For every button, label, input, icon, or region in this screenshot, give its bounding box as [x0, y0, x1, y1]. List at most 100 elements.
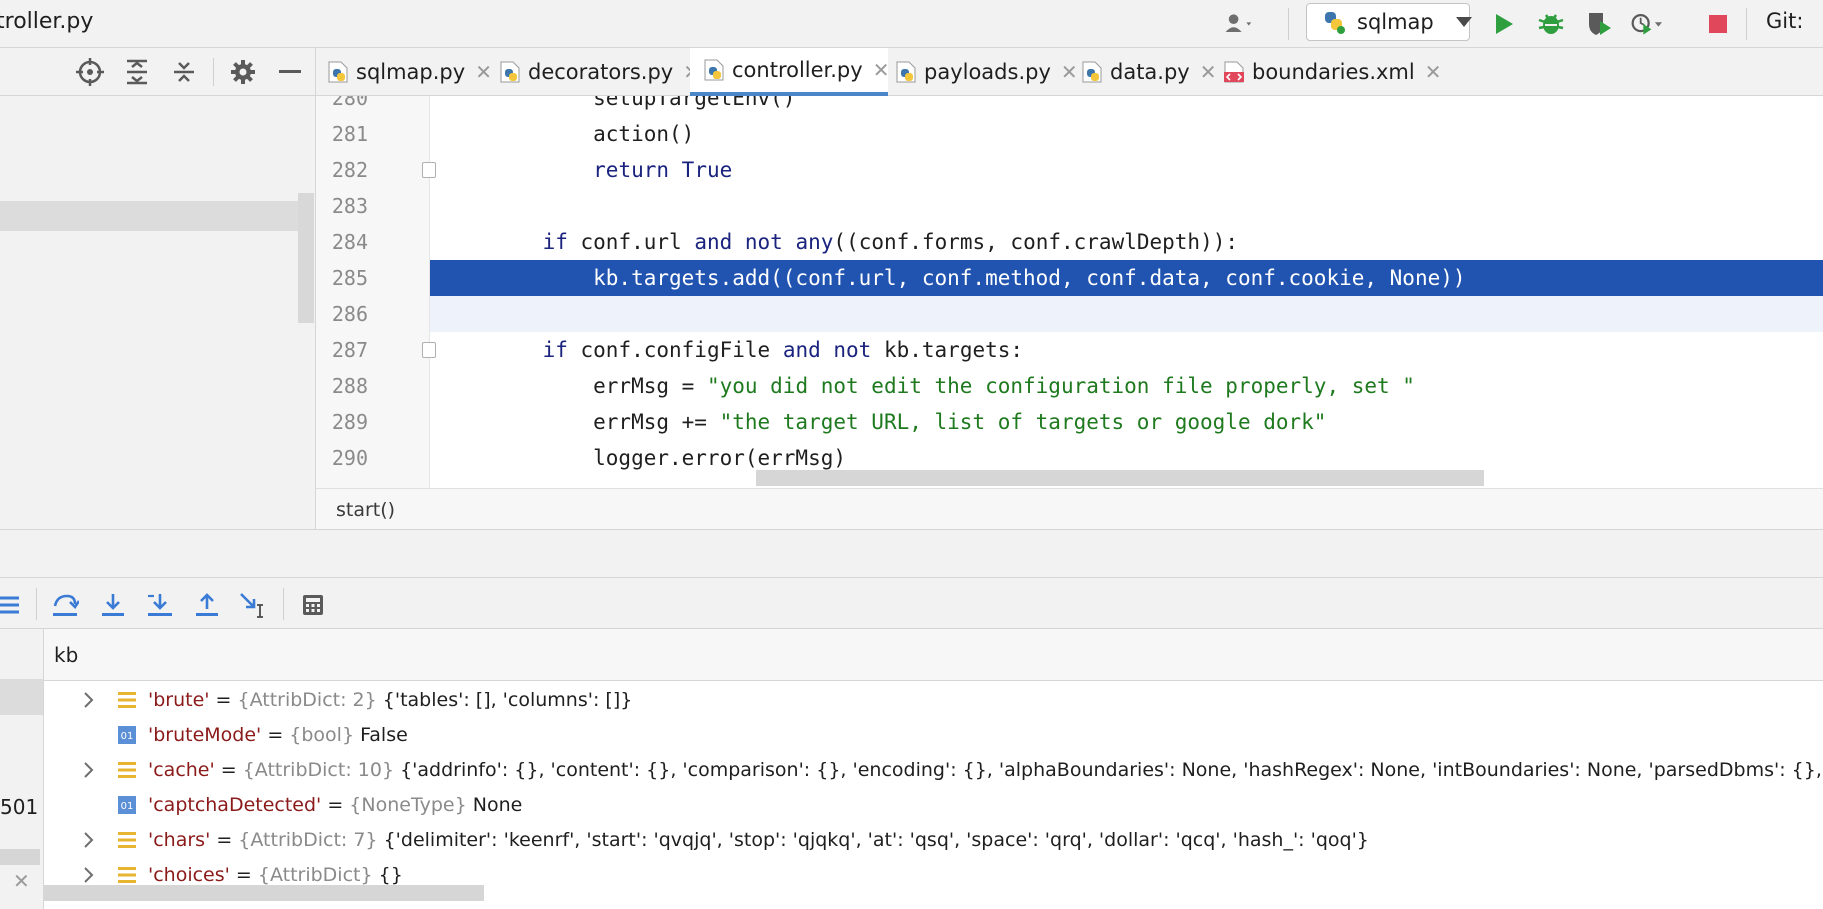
- chevron-right-icon[interactable]: [80, 690, 98, 710]
- tab-sqlmap-py[interactable]: sqlmap.py ✕: [328, 48, 492, 96]
- code-line[interactable]: 282 return True: [316, 152, 1823, 188]
- run-to-cursor-icon[interactable]: [236, 588, 270, 622]
- profile-icon[interactable]: [1630, 8, 1662, 40]
- breadcrumb-item[interactable]: start(): [336, 499, 395, 521]
- chevron-right-icon[interactable]: [80, 865, 98, 885]
- python-file-icon: [704, 58, 726, 82]
- step-into-icon[interactable]: [96, 588, 130, 622]
- code-text: setupTargetEnv(): [492, 96, 796, 110]
- gear-icon[interactable]: [227, 56, 259, 88]
- chevron-right-icon[interactable]: [80, 760, 98, 780]
- window-title: troller.py: [0, 9, 94, 34]
- project-scrollbar[interactable]: [298, 193, 314, 323]
- code-line[interactable]: 288 errMsg = "you did not edit the confi…: [316, 368, 1823, 404]
- step-out-icon[interactable]: [190, 588, 224, 622]
- project-toolbar: [0, 48, 316, 96]
- tab-label: data.py: [1110, 60, 1190, 84]
- close-icon[interactable]: ✕: [13, 869, 30, 893]
- close-icon[interactable]: ✕: [1200, 60, 1217, 84]
- line-number: 290: [331, 446, 368, 470]
- variables-horizontal-scrollbar[interactable]: [44, 885, 484, 901]
- variable-row[interactable]: 'brute' = {AttribDict: 2} {'tables': [],…: [44, 683, 1823, 718]
- minimize-icon[interactable]: [274, 56, 306, 88]
- debug-toolbar: [0, 577, 1823, 629]
- code-text: logger.error(errMsg): [492, 446, 847, 470]
- tab-controller-py[interactable]: controller.py ✕: [690, 48, 890, 96]
- close-icon[interactable]: ✕: [873, 58, 890, 82]
- selected-frame[interactable]: [0, 679, 43, 715]
- run-configuration-select[interactable]: sqlmap: [1306, 3, 1472, 41]
- tab-label: decorators.py: [528, 60, 674, 84]
- code-text: kb.targets.add((conf.url, conf.method, c…: [492, 266, 1466, 290]
- project-tree[interactable]: [0, 96, 316, 529]
- variable-text: 'choices' = {AttribDict} {}: [148, 864, 403, 886]
- user-icon[interactable]: [1224, 8, 1256, 40]
- line-number: 281: [331, 122, 368, 146]
- editor-horizontal-scrollbar[interactable]: [756, 470, 1484, 486]
- code-line[interactable]: 284 if conf.url and not any((conf.forms,…: [316, 224, 1823, 260]
- evaluate-icon[interactable]: [296, 588, 330, 622]
- close-icon[interactable]: ✕: [1425, 60, 1442, 84]
- variable-row[interactable]: 'cache' = {AttribDict: 10} {'addrinfo': …: [44, 753, 1823, 788]
- close-icon[interactable]: ✕: [1061, 60, 1078, 84]
- coverage-icon[interactable]: [1583, 8, 1615, 40]
- code-line[interactable]: 287 if conf.configFile and not kb.target…: [316, 332, 1823, 368]
- toolbar-divider: [1288, 8, 1289, 40]
- tab-data-py[interactable]: data.py ✕: [1082, 48, 1217, 96]
- variable-row[interactable]: 'chars' = {AttribDict: 7} {'delimiter': …: [44, 823, 1823, 858]
- code-editor[interactable]: 280 setupTargetEnv() 281 action() 282 re…: [316, 96, 1823, 488]
- breadcrumb: start(): [316, 488, 1823, 529]
- variable-text: 'bruteMode' = {bool} False: [148, 724, 408, 746]
- line-number: 280: [331, 96, 368, 110]
- variable-text: 'captchaDetected' = {NoneType} None: [148, 794, 523, 816]
- stop-icon[interactable]: [1702, 8, 1734, 40]
- execution-point-line[interactable]: 285 kb.targets.add((conf.url, conf.metho…: [316, 260, 1823, 296]
- python-file-icon: [500, 60, 522, 84]
- xml-file-icon: [1224, 60, 1246, 84]
- python-file-icon: [896, 60, 918, 84]
- show-execution-point-icon[interactable]: [0, 588, 26, 622]
- chevron-right-icon[interactable]: [80, 830, 98, 850]
- title-bar: troller.py sqlmap Git:: [0, 0, 1823, 48]
- evaluate-expression-value: kb: [54, 643, 79, 667]
- collapse-all-icon[interactable]: [168, 56, 200, 88]
- line-number: 285: [331, 266, 368, 290]
- code-line[interactable]: 289 errMsg += "the target URL, list of t…: [316, 404, 1823, 440]
- toolbar-divider: [36, 588, 37, 620]
- locate-icon[interactable]: [74, 56, 106, 88]
- evaluate-expression-field[interactable]: kb: [44, 629, 1823, 681]
- svg-text:01: 01: [121, 801, 134, 812]
- dict-icon: [118, 831, 136, 849]
- expand-all-icon[interactable]: [121, 56, 153, 88]
- step-over-icon[interactable]: [48, 588, 82, 622]
- caret-line[interactable]: 286: [316, 296, 1823, 332]
- debug-tool-window-header: [0, 529, 1823, 577]
- variable-row[interactable]: 01 'bruteMode' = {bool} False: [44, 718, 1823, 753]
- frames-scrollbar[interactable]: [0, 849, 40, 865]
- tab-boundaries-xml[interactable]: boundaries.xml ✕: [1224, 48, 1442, 96]
- run-icon[interactable]: [1488, 8, 1520, 40]
- step-into-my-code-icon[interactable]: [143, 588, 177, 622]
- code-text: if conf.url and not any((conf.forms, con…: [542, 230, 1238, 254]
- git-label: Git:: [1766, 9, 1804, 33]
- fold-marker-icon[interactable]: [422, 342, 436, 358]
- svg-text:01: 01: [121, 731, 134, 742]
- code-line[interactable]: 283: [316, 188, 1823, 224]
- code-text: errMsg += "the target URL, list of targe…: [492, 410, 1327, 434]
- line-number: 288: [331, 374, 368, 398]
- dict-icon: [118, 761, 136, 779]
- frames-pane[interactable]: 501 ✕: [0, 629, 44, 909]
- toolbar-divider: [283, 588, 284, 620]
- variable-text: 'chars' = {AttribDict: 7} {'delimiter': …: [148, 829, 1369, 851]
- code-line[interactable]: 280 setupTargetEnv(): [316, 96, 1823, 116]
- line-number: 284: [331, 230, 368, 254]
- tab-payloads-py[interactable]: payloads.py ✕: [896, 48, 1078, 96]
- variable-row[interactable]: 01 'captchaDetected' = {NoneType} None: [44, 788, 1823, 823]
- debug-icon[interactable]: [1535, 8, 1567, 40]
- selected-tree-node[interactable]: [0, 201, 298, 231]
- fold-marker-icon[interactable]: [422, 162, 436, 178]
- python-file-icon: [1082, 60, 1104, 84]
- close-icon[interactable]: ✕: [475, 60, 492, 84]
- code-line[interactable]: 281 action(): [316, 116, 1823, 152]
- tab-decorators-py[interactable]: decorators.py ✕: [500, 48, 700, 96]
